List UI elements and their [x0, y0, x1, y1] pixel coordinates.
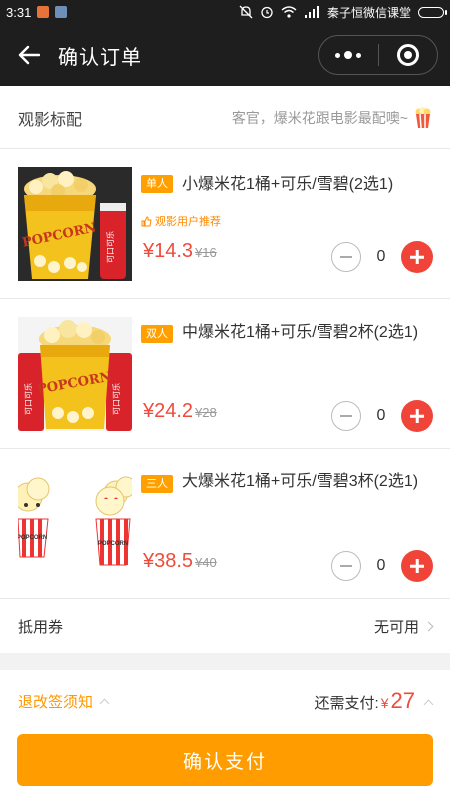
popcorn-logo-text: POPCORN	[98, 541, 128, 547]
combo-tag: 双人	[141, 325, 173, 343]
combo-item-double: 可口可乐 可口可乐 POPCORN 双人 中爆米花1桶+可乐/雪碧2杯(2选1)…	[0, 299, 450, 449]
thumbs-up-icon	[141, 215, 152, 226]
original-price: ¥40	[195, 555, 217, 570]
wifi-icon	[281, 6, 297, 18]
battery-icon	[418, 6, 447, 18]
file-notification-icon	[55, 6, 68, 18]
original-price: ¥28	[195, 405, 217, 420]
combo-name: 大爆米花1桶+可乐/雪碧3杯(2选1)	[182, 473, 419, 490]
chevron-up-icon	[99, 698, 110, 708]
amount-due[interactable]: 还需支付: ¥ 27	[314, 688, 434, 714]
coupon-value: 无可用	[373, 616, 434, 637]
original-price: ¥16	[195, 245, 217, 260]
amount-due-value: 27	[390, 688, 415, 713]
signal-icon	[304, 6, 319, 18]
checkout-footer: 退改签须知 还需支付: ¥ 27 确认支付	[0, 670, 450, 800]
quantity-stepper: 0	[331, 550, 433, 582]
recommend-text: 观影用户推荐	[155, 216, 221, 228]
carrier-label: 秦子恒微信课堂	[326, 5, 411, 20]
increase-button[interactable]	[401, 400, 433, 432]
nav-bar: 确认订单	[0, 24, 450, 86]
increase-button[interactable]	[401, 550, 433, 582]
currency-symbol: ¥	[380, 695, 389, 711]
chevron-up-icon	[423, 699, 434, 710]
increase-button[interactable]	[401, 241, 433, 273]
alarm-icon	[261, 6, 273, 19]
back-button[interactable]	[0, 24, 58, 86]
decrease-button[interactable]	[331, 401, 361, 431]
status-time: 3:31	[6, 4, 32, 20]
arrow-left-icon	[18, 45, 40, 65]
refund-notice-toggle[interactable]: 退改签须知	[18, 691, 110, 712]
order-content: 观影标配 客官，爆米花跟电影最配噢~ POPCORN 可口可乐 单人 小爆米花1…	[0, 86, 450, 653]
combo-price: ¥38.5 ¥40	[143, 550, 217, 573]
status-bar: 3:31 秦子恒微信课堂	[0, 0, 450, 24]
price-value: ¥38.5	[143, 550, 194, 572]
confirm-payment-button[interactable]: 确认支付	[17, 734, 433, 786]
quantity-value: 0	[376, 557, 386, 574]
app-notification-icon	[37, 6, 50, 18]
combo-image-large: POPCORN POPCORN	[18, 467, 132, 581]
combo-tag: 三人	[141, 475, 173, 493]
combo-item-single: POPCORN 可口可乐 单人 小爆米花1桶+可乐/雪碧(2选1) 观影用户推荐…	[0, 149, 450, 299]
combo-name: 中爆米花1桶+可乐/雪碧2杯(2选1)	[182, 324, 419, 341]
recommend-badge: 观影用户推荐	[141, 213, 221, 229]
page-title: 确认订单	[58, 46, 142, 69]
combo-name: 小爆米花1桶+可乐/雪碧(2选1)	[182, 176, 394, 193]
more-button[interactable]	[319, 36, 378, 74]
combo-price: ¥14.3 ¥16	[143, 240, 217, 263]
section-title: 观影标配	[18, 112, 83, 129]
popcorn-bucket-icon	[415, 107, 431, 129]
combo-item-triple: POPCORN POPCORN 三人 大爆米花1桶+可乐/雪碧3杯(2选1) ¥…	[0, 449, 450, 599]
coupon-row[interactable]: 抵用券 无可用	[0, 599, 450, 654]
close-circle-icon	[396, 44, 419, 66]
refund-notice-text: 退改签须知	[18, 693, 94, 711]
close-miniprogram-button[interactable]	[379, 36, 438, 74]
price-value: ¥24.2	[143, 400, 194, 422]
coupon-label: 抵用券	[18, 619, 64, 636]
mute-icon	[239, 5, 253, 19]
quantity-value: 0	[376, 248, 386, 265]
price-value: ¥14.3	[143, 240, 194, 262]
cola-logo-text: 可口可乐	[105, 231, 115, 263]
quantity-value: 0	[376, 407, 386, 424]
combo-tag: 单人	[141, 175, 173, 193]
chevron-right-icon	[423, 621, 434, 632]
combo-image-medium: 可口可乐 可口可乐 POPCORN	[18, 317, 132, 431]
amount-due-label: 还需支付:	[314, 695, 379, 712]
quantity-stepper: 0	[331, 241, 433, 273]
cola-logo-text: 可口可乐	[111, 383, 121, 415]
miniprogram-capsule	[318, 35, 438, 75]
decrease-button[interactable]	[331, 242, 361, 272]
combo-price: ¥24.2 ¥28	[143, 400, 217, 423]
cola-logo-text: 可口可乐	[23, 383, 33, 415]
payment-row: 退改签须知 还需支付: ¥ 27	[0, 670, 450, 732]
quantity-stepper: 0	[331, 400, 433, 432]
more-dots-icon	[335, 51, 362, 59]
combo-image-small: POPCORN 可口可乐	[18, 167, 132, 281]
section-tip: 客官，爆米花跟电影最配噢~	[232, 107, 432, 129]
coupon-value-text: 无可用	[373, 619, 419, 636]
decrease-button[interactable]	[331, 551, 361, 581]
section-header: 观影标配 客官，爆米花跟电影最配噢~	[0, 88, 450, 149]
popcorn-logo-text: POPCORN	[18, 535, 47, 541]
section-tip-text: 客官，爆米花跟电影最配噢~	[231, 110, 408, 126]
